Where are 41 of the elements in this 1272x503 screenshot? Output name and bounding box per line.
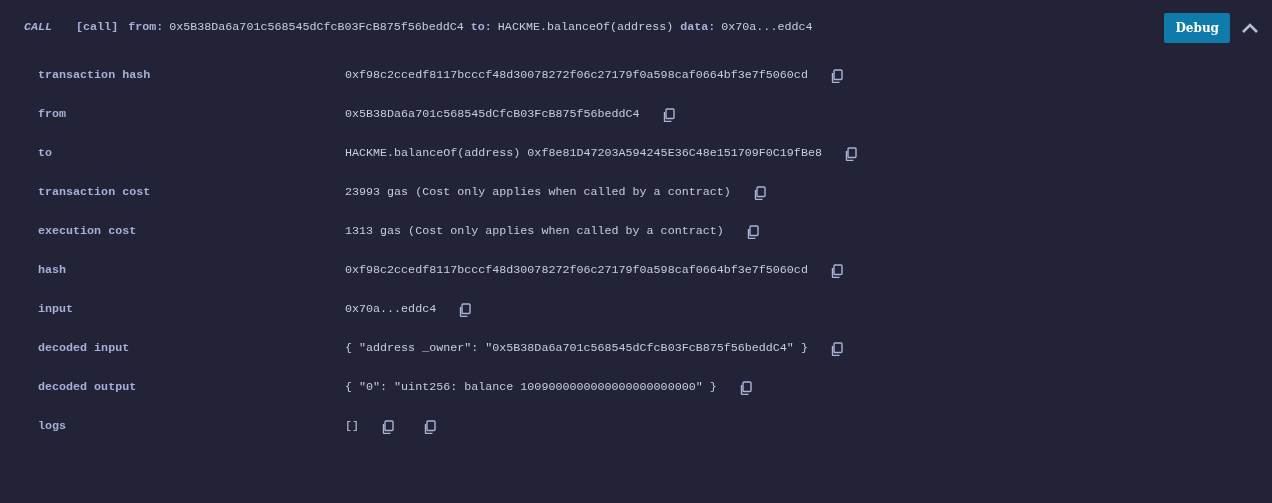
field-value: [] — [345, 417, 360, 435]
field-value: { "address _owner": "0x5B38Da6a701c568545dCfcB03FcB875f56beddC4" } — [345, 339, 808, 357]
field-value: { "0": "uint256: balance 1009000000000000000000000" } — [345, 378, 717, 396]
copy-icon[interactable] — [745, 224, 759, 239]
copy-icon[interactable] — [843, 146, 857, 161]
copy-icon[interactable] — [752, 185, 766, 200]
field-value: 0xf98c2ccedf8117bcccf48d30078272f06c27179f0a598caf0664bf3e7f5060cd — [345, 261, 808, 279]
field-label: decoded output — [38, 378, 138, 396]
field-label: to — [38, 144, 54, 162]
copy-icon[interactable] — [423, 419, 437, 434]
field-label: input — [38, 300, 75, 318]
field-label: from — [38, 105, 68, 123]
call-label: [call] — [76, 19, 119, 37]
chevron-icon[interactable] — [1242, 23, 1258, 33]
header-key: from: — [128, 19, 164, 37]
copy-icon[interactable] — [381, 419, 395, 434]
field-value: 0x5B38Da6a701c568545dCfcB03FcB875f56beddC4 — [345, 105, 640, 123]
header-key: to: — [470, 19, 492, 37]
copy-icon[interactable] — [661, 107, 675, 122]
field-label: decoded input — [38, 339, 131, 357]
copy-icon[interactable] — [829, 341, 843, 356]
copy-icon[interactable] — [738, 380, 752, 395]
field-label: logs — [38, 417, 68, 435]
copy-icon[interactable] — [829, 68, 843, 83]
field-value: 0x70a...eddc4 — [345, 300, 437, 318]
copy-icon[interactable] — [829, 263, 843, 278]
field-value: HACKME.balanceOf(address) 0xf8e81D47203A594245E36C48e151709F0C19fBe8 — [345, 144, 822, 162]
header-value: 0x5B38Da6a701c568545dCfcB03FcB875f56beddC4 — [169, 19, 464, 37]
field-value: 1313 gas (Cost only applies when called by a contract) — [345, 222, 724, 240]
copy-icon[interactable] — [458, 302, 472, 317]
field-label: transaction hash — [38, 66, 152, 84]
field-label: execution cost — [38, 222, 138, 240]
header-value: 0x70a...eddc4 — [721, 19, 813, 37]
field-label: hash — [38, 261, 68, 279]
field-value: 23993 gas (Cost only applies when called by a contract) — [345, 183, 731, 201]
header-value: HACKME.balanceOf(address) — [497, 19, 674, 37]
debug-button[interactable]: Debug — [1164, 13, 1230, 43]
field-value: 0xf98c2ccedf8117bcccf48d30078272f06c27179f0a598caf0664bf3e7f5060cd — [345, 66, 808, 84]
transaction-type: CALL — [24, 19, 53, 37]
field-label: transaction cost — [38, 183, 152, 201]
header-key: data: — [680, 19, 716, 37]
